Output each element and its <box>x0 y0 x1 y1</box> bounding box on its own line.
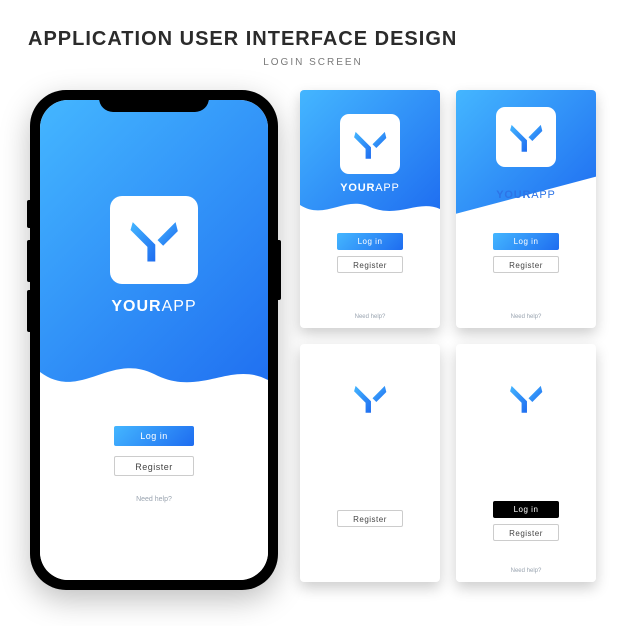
app-name-bold: YOUR <box>340 182 375 194</box>
app-name-bold: YOUR <box>496 436 531 448</box>
variant-card-full-gradient: YOURAPP Log in Register Need help? <box>300 344 440 582</box>
register-button[interactable]: Register <box>337 510 403 527</box>
app-name-light: APP <box>531 189 555 201</box>
variant-card-diagonal: YOURAPP Log in Register Need help? <box>456 90 596 328</box>
app-name-light: APP <box>375 182 399 194</box>
app-logo <box>340 368 400 428</box>
logo-icon <box>507 379 545 417</box>
variant-card-wave: YOURAPP Log in Register Need help? <box>300 90 440 328</box>
app-name: YOURAPP <box>340 182 399 194</box>
app-name-bold: YOUR <box>340 436 375 448</box>
register-button[interactable]: Register <box>337 256 403 273</box>
app-name: YOURAPP <box>496 436 555 448</box>
help-link[interactable]: Need help? <box>300 568 440 574</box>
login-button[interactable]: Log in <box>493 233 559 250</box>
app-logo <box>110 196 198 284</box>
auth-panel: Log in Register Need help? <box>40 398 268 580</box>
register-button[interactable]: Register <box>493 256 559 273</box>
help-link[interactable]: Need help? <box>300 314 440 320</box>
logo-icon <box>507 118 545 156</box>
logo-icon <box>351 125 389 163</box>
phone-side-button <box>278 240 281 300</box>
register-button[interactable]: Register <box>493 524 559 541</box>
help-link[interactable]: Need help? <box>456 568 596 574</box>
phone-side-button <box>27 200 30 228</box>
app-name-bold: YOUR <box>496 189 531 201</box>
logo-icon <box>126 212 182 268</box>
phone-side-button <box>27 240 30 282</box>
app-name: YOURAPP <box>340 436 399 448</box>
phone-screen: YOURAPP Log in Register Need help? <box>40 100 268 580</box>
wave-divider <box>300 195 440 225</box>
app-logo <box>340 114 400 174</box>
login-button[interactable]: Log in <box>114 426 194 446</box>
phone-side-button <box>27 290 30 332</box>
phone-mockup: YOURAPP Log in Register Need help? <box>30 90 278 590</box>
logo-area: YOURAPP <box>456 90 596 219</box>
app-name-light: APP <box>162 298 197 315</box>
page-subtitle: LOGIN SCREEN <box>28 57 598 68</box>
hero-area: YOURAPP <box>456 344 596 473</box>
register-button[interactable]: Register <box>114 456 194 476</box>
login-button[interactable]: Log in <box>337 233 403 250</box>
auth-panel: Log in Register Need help? <box>300 219 440 328</box>
help-link[interactable]: Need help? <box>136 496 172 503</box>
auth-panel: Log in Register Need help? <box>300 473 440 582</box>
app-name: YOURAPP <box>496 189 555 201</box>
app-logo <box>496 368 556 428</box>
login-button[interactable]: Log in <box>337 487 403 504</box>
logo-icon <box>351 379 389 417</box>
help-link[interactable]: Need help? <box>456 314 596 320</box>
login-button[interactable]: Log in <box>493 501 559 518</box>
auth-panel: Log in Register Need help? <box>456 219 596 328</box>
page-title: APPLICATION USER INTERFACE DESIGN <box>28 28 626 51</box>
app-name-bold: YOUR <box>111 298 161 315</box>
variant-grid: YOURAPP Log in Register Need help? YO <box>300 90 596 582</box>
hero-area: YOURAPP <box>300 344 440 473</box>
variant-card-bubbles: YOURAPP Log in Register Need help? <box>456 344 596 582</box>
app-name-light: APP <box>375 436 399 448</box>
app-logo <box>496 107 556 167</box>
auth-panel: Log in Register Need help? <box>456 473 596 582</box>
app-name: YOURAPP <box>111 298 196 316</box>
wave-divider <box>40 352 268 412</box>
app-name-light: APP <box>531 436 555 448</box>
